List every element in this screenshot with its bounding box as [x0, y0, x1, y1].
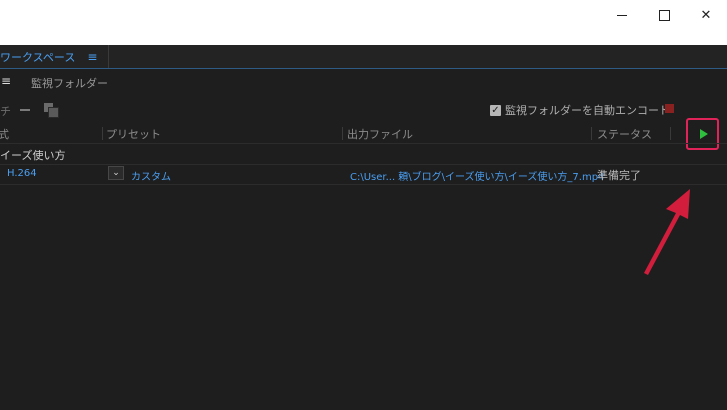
auto-encode-label: 監視フォルダーを自動エンコード [505, 104, 670, 117]
workspace-tab-label: ワークスペース [0, 50, 76, 64]
queue-toolbar: チ ✓ 監視フォルダーを自動エンコード [0, 95, 727, 150]
minimize-button[interactable] [599, 0, 645, 30]
close-button[interactable]: ✕ [683, 0, 727, 30]
queue-item-row[interactable]: H.264 ⌄ カスタム C:\User... 頼\ブログ\イーズ使い方\イーズ… [0, 164, 727, 185]
item-status: 準備完了 [597, 169, 641, 182]
workspace-tab[interactable]: ワークスペース ≡ [0, 45, 109, 68]
workspace-bar: ワークスペース ≡ [0, 45, 727, 69]
column-divider[interactable] [591, 127, 592, 140]
edit-icon[interactable]: チ [0, 103, 11, 119]
column-divider[interactable] [342, 127, 343, 140]
auto-encode-checkbox[interactable]: ✓ [490, 104, 501, 116]
queue-group-row[interactable]: イーズ使い方 [0, 143, 727, 165]
stop-icon[interactable] [665, 104, 674, 113]
duplicate-icon[interactable] [44, 103, 59, 118]
group-label: イーズ使い方 [0, 149, 66, 162]
column-preset: プリセット [106, 128, 161, 141]
item-output-path[interactable]: C:\User... 頼\ブログ\イーズ使い方\イーズ使い方_7.mp4 [350, 168, 604, 183]
column-output: 出力ファイル [347, 128, 413, 141]
panel-tabs: ≡ 監視フォルダー [0, 69, 727, 95]
item-preset[interactable]: カスタム [131, 168, 171, 183]
tab-watch-folders[interactable]: 監視フォルダー [31, 75, 108, 91]
window-titlebar: ✕ [0, 0, 727, 45]
hamburger-icon[interactable]: ≡ [87, 50, 97, 64]
item-format[interactable]: H.264 [7, 168, 37, 179]
minimize-icon [617, 14, 627, 16]
queue-panel: ≡ 監視フォルダー チ ✓ 監視フォルダーを自動エンコード 式 プリセット 出力… [0, 69, 727, 410]
column-divider[interactable] [670, 127, 671, 140]
column-status: ステータス [597, 128, 652, 141]
maximize-icon [658, 9, 670, 21]
maximize-button[interactable] [641, 0, 687, 30]
preset-dropdown-chevron-icon[interactable]: ⌄ [108, 166, 124, 180]
queue-tab-menu-icon[interactable]: ≡ [1, 74, 11, 88]
queue-header: 式 プリセット 出力ファイル ステータス [0, 124, 727, 143]
column-divider[interactable] [102, 127, 103, 140]
column-format: 式 [0, 128, 9, 141]
close-icon: ✕ [700, 7, 712, 23]
annotation-arrow-icon [644, 189, 690, 275]
remove-icon[interactable] [20, 109, 30, 111]
auto-encode-toggle[interactable]: ✓ 監視フォルダーを自動エンコード [490, 102, 670, 118]
